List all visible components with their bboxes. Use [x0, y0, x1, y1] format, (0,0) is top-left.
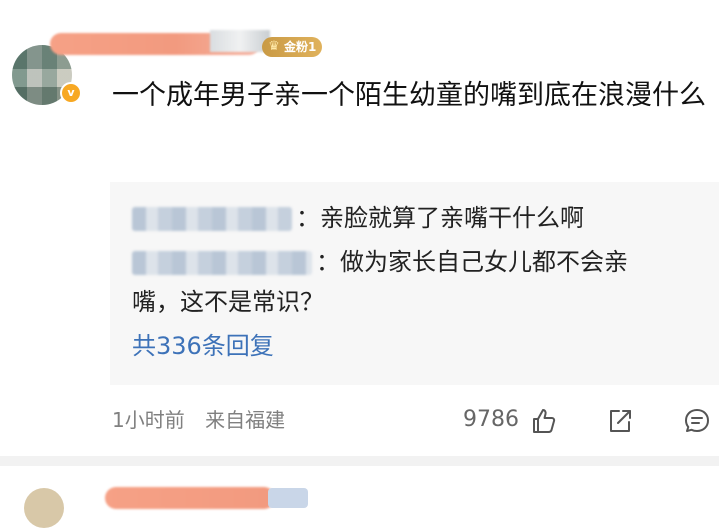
next-comment-username-redacted[interactable] [105, 487, 275, 509]
thumbs-up-icon[interactable] [528, 406, 558, 436]
username-redacted-extra [210, 30, 270, 52]
view-all-replies-link[interactable]: 共336条回复 [132, 328, 274, 364]
comment-divider [0, 456, 719, 466]
comment-text: 一个成年男子亲一个陌生幼童的嘴到底在浪漫什么 [112, 80, 706, 111]
reply-author-redacted[interactable] [132, 207, 292, 231]
reply-item[interactable]: ：做为家长自己女儿都不会亲嘴，这不是常识？ [132, 242, 672, 322]
comment-meta: 1小时前 来自福建 [112, 405, 285, 435]
verified-badge-icon: v [60, 82, 82, 104]
next-comment-badge [268, 488, 308, 508]
like-count: 9786 [463, 407, 519, 432]
crown-icon: ♛ [268, 39, 280, 54]
fan-level-badge[interactable]: ♛ 金粉1 [262, 37, 323, 57]
reply-text: ：亲脸就算了亲嘴干什么啊 [296, 204, 584, 232]
comment-time: 1小时前 [112, 408, 185, 432]
reply-author-redacted[interactable] [132, 251, 312, 275]
next-comment-avatar[interactable] [24, 488, 64, 528]
replies-preview[interactable]: ：亲脸就算了亲嘴干什么啊 ：做为家长自己女儿都不会亲嘴，这不是常识？ 共336条… [110, 182, 719, 385]
comment-icon[interactable] [682, 406, 712, 436]
reply-item[interactable]: ：亲脸就算了亲嘴干什么啊 [132, 198, 584, 238]
fan-badge-label: 金粉1 [284, 40, 317, 54]
comment-source: 来自福建 [205, 408, 286, 432]
share-icon[interactable] [605, 406, 635, 436]
